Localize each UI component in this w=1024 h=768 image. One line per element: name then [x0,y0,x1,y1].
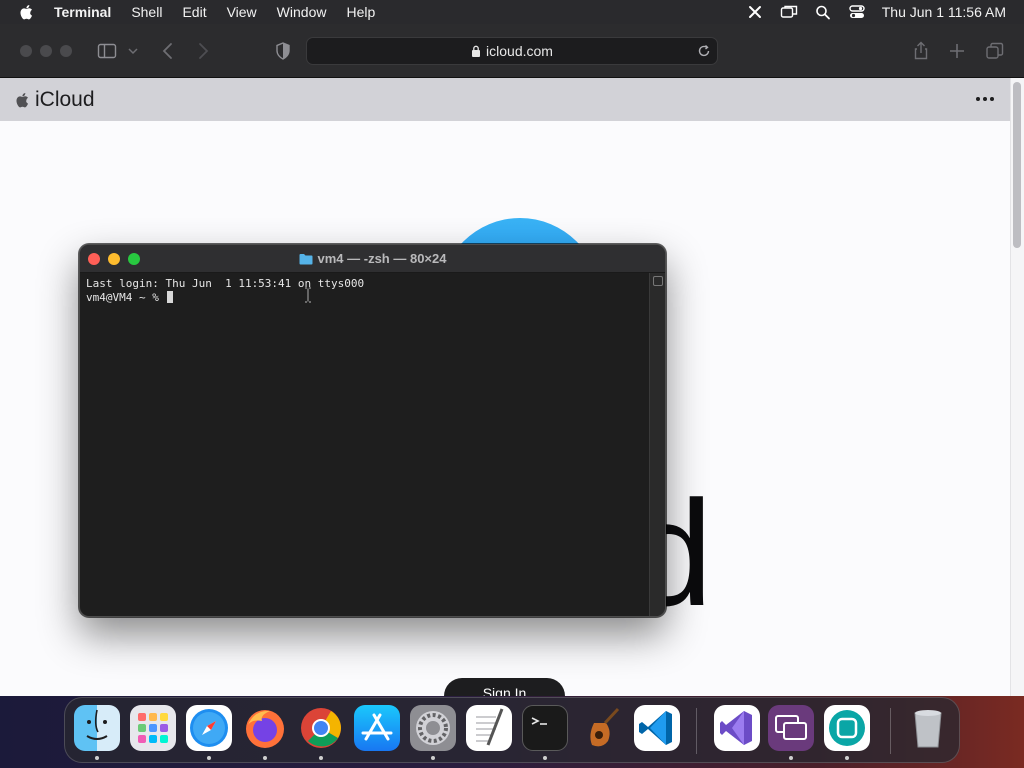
icloud-header: iCloud [0,78,1010,121]
terminal-title: vm4 — -zsh — 80×24 [317,251,447,266]
menu-bar: Terminal Shell Edit View Window Help Thu… [0,0,1024,24]
dock-chrome-icon[interactable] [298,705,344,751]
running-indicator [263,756,267,760]
status-area: Thu Jun 1 11:56 AM [730,0,1006,24]
close-button[interactable] [88,253,100,265]
terminal-scrollbar[interactable] [649,273,665,616]
menu-help[interactable]: Help [346,4,375,20]
minimize-button[interactable] [108,253,120,265]
terminal-output[interactable]: Last login: Thu Jun 1 11:53:41 on ttys00… [80,273,650,616]
running-indicator [543,756,547,760]
dock-settings-icon[interactable] [410,705,456,751]
reload-icon[interactable] [697,44,711,58]
menu-shell[interactable]: Shell [131,4,162,20]
running-indicator [845,756,849,760]
dock-firefox-icon[interactable] [242,705,288,751]
menu-edit[interactable]: Edit [182,4,206,20]
running-indicator [789,756,793,760]
ibeam-cursor-icon [305,287,311,303]
dock-launchpad-icon[interactable] [130,705,176,751]
terminal-line: Last login: Thu Jun 1 11:53:41 on ttys00… [86,277,365,290]
page-scrollbar[interactable] [1010,78,1024,696]
zoom-button[interactable] [128,253,140,265]
menu-window[interactable]: Window [277,4,327,20]
lock-icon [472,45,481,57]
terminal-prompt: vm4@VM4 ~ % [86,291,166,304]
minimize-button-inactive[interactable] [40,45,52,57]
dock-remote-app-icon[interactable] [824,705,870,751]
terminal-window: vm4 — -zsh — 80×24 Last login: Thu Jun 1… [79,244,666,617]
menu-clock[interactable]: Thu Jun 1 11:56 AM [882,4,1006,20]
dock-safari-icon[interactable] [186,705,232,751]
terminal-prompt-line: vm4@VM4 ~ % [86,291,644,305]
menu-app-terminal[interactable]: Terminal [54,4,111,20]
apple-logo-icon [16,92,28,107]
dock-separator [696,708,697,754]
icloud-brand[interactable]: iCloud [35,88,95,112]
safari-toolbar: icloud.com [0,24,1024,78]
new-tab-icon[interactable] [947,41,967,61]
menu-view[interactable]: View [227,4,257,20]
running-indicator [319,756,323,760]
dock-finder-icon[interactable] [74,705,120,751]
forward-icon[interactable] [193,41,213,61]
dock-screen-sharing-icon[interactable] [768,705,814,751]
address-bar[interactable]: icloud.com [306,37,718,65]
dock-trash-icon[interactable] [905,705,951,751]
folder-icon [299,253,312,264]
dock-visual-studio-icon[interactable] [714,705,760,751]
zoom-button-inactive[interactable] [60,45,72,57]
tab-overview-icon[interactable] [985,41,1005,61]
sidebar-toggle-icon[interactable] [97,41,117,61]
privacy-shield-icon[interactable] [273,41,293,61]
text-cursor [167,291,174,303]
more-options-icon[interactable] [974,92,996,106]
sign-in-button[interactable]: Sign In [444,678,565,696]
tools-icon[interactable] [746,4,764,20]
close-button-inactive[interactable] [20,45,32,57]
chevron-down-icon[interactable] [126,41,140,61]
spotlight-search-icon[interactable] [814,4,832,20]
terminal-titlebar[interactable]: vm4 — -zsh — 80×24 [80,245,665,273]
dock-vscode-icon[interactable] [634,705,680,751]
running-indicator [95,756,99,760]
dock [64,697,960,763]
back-icon[interactable] [158,41,178,61]
split-pane-handle-icon[interactable] [653,276,663,286]
screen-mirroring-icon[interactable] [780,4,798,20]
apple-menu-icon[interactable] [18,3,36,21]
dock-instruments-icon[interactable] [578,705,624,751]
dock-textedit-icon[interactable] [466,705,512,751]
dock-separator [890,708,891,754]
page-scrollbar-thumb[interactable] [1013,82,1021,248]
running-indicator [207,756,211,760]
share-icon[interactable] [911,41,931,61]
running-indicator [431,756,435,760]
dock-terminal-icon[interactable] [522,705,568,751]
control-center-icon[interactable] [848,4,866,20]
dock-app-store-icon[interactable] [354,705,400,751]
address-text: icloud.com [486,43,553,59]
